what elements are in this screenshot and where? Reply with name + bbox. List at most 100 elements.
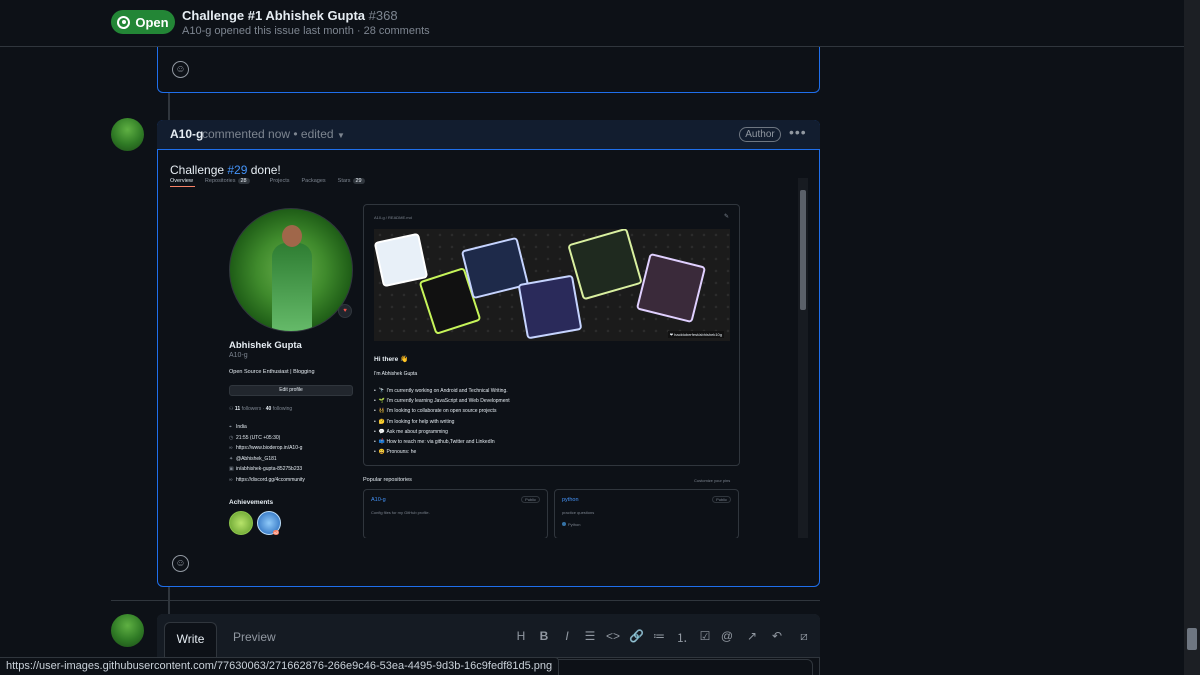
profile-tab-count: 28 — [237, 178, 250, 184]
code-icon[interactable]: <> — [606, 629, 620, 643]
cross-reference-icon[interactable]: ↗ — [745, 629, 759, 643]
repo-language-label: Python — [568, 522, 581, 527]
reply-icon[interactable]: ↶ — [770, 629, 784, 643]
issue-number: #368 — [368, 8, 398, 23]
sticky-issue-header — [0, 0, 1184, 47]
issue-title[interactable]: Challenge #1 Abhishek Gupta #368 — [182, 8, 398, 23]
avatar[interactable] — [111, 118, 144, 151]
bullet-text: I'm looking to collaborate on open sourc… — [386, 408, 497, 415]
ordered-list-icon[interactable]: ⒈ — [675, 629, 689, 646]
followers-label: followers — [241, 406, 262, 412]
chevron-down-icon[interactable]: ▼ — [337, 131, 345, 140]
profile-detail: ▣ in/abhishek-gupta-85275b233 — [229, 464, 305, 475]
tab-preview[interactable]: Preview — [233, 630, 276, 644]
readme-path: A10-g / README.md — [374, 215, 412, 220]
profile-tab-label: Stars — [337, 178, 351, 184]
linkedin-icon: ▣ — [229, 466, 234, 472]
bullet-emoji: 📫 — [378, 439, 385, 446]
readme-greeting: Hi there 👋 — [374, 356, 409, 363]
profile-detail-text: India — [236, 424, 247, 430]
profile-detail-text: https://discord.gg/4ccommunity — [236, 476, 305, 483]
issue-link[interactable]: #29 — [227, 163, 247, 177]
profile-detail-text: in/abhishek-gupta-85275b233 — [236, 466, 303, 472]
profile-username: A10-g — [229, 352, 248, 359]
heading-icon[interactable]: H — [514, 629, 528, 643]
status-heart-icon: ♥ — [338, 304, 352, 318]
repo-visibility: Public — [521, 496, 540, 503]
issue-open-icon — [117, 15, 131, 29]
repo-card: python Public practice questions Python — [554, 489, 739, 538]
achievement-multiplier: x2 — [273, 530, 280, 535]
repo-description: Config files for my GitHub profile. — [371, 510, 430, 515]
profile-detail: ✦ @Abhishek_G181 — [229, 454, 305, 465]
comment-body: Challenge #29 done! — [170, 163, 281, 177]
italic-icon[interactable]: I — [560, 629, 574, 643]
link-icon: ∞ — [229, 476, 233, 483]
readme-bullet: • 👯 I'm looking to collaborate on open so… — [374, 406, 510, 416]
slash-command-icon[interactable]: ⧄ — [797, 629, 811, 644]
readme-bullet: • 📫 How to reach me: via github,Twitter a… — [374, 437, 510, 447]
issue-title-text: Challenge #1 Abhishek Gupta — [182, 8, 366, 23]
profile-tab-label: Projects — [269, 178, 290, 184]
sticker-dino — [374, 232, 429, 288]
page-scrollbar[interactable] — [1184, 0, 1200, 675]
author-badge: Author — [739, 127, 781, 142]
kebab-menu-icon[interactable]: ••• — [789, 124, 807, 140]
bullet-text: Pronouns: he — [386, 449, 417, 456]
people-icon: ⚇ — [229, 406, 234, 412]
repo-language: Python — [562, 522, 580, 527]
bullet-text: I'm currently working on Android and Tec… — [386, 388, 508, 394]
comment-meta[interactable]: commented now • edited ▼ — [202, 127, 345, 141]
readme-card: A10-g / README.md ✎ ❤ hacktoberfest/abhi… — [363, 204, 740, 466]
comment-body-prefix: Challenge — [170, 163, 228, 177]
follow-counts: ⚇ 11 followers · 40 following — [229, 406, 293, 412]
profile-detail: ⌖ India — [229, 422, 305, 433]
embedded-scrollbar — [798, 178, 808, 538]
quote-icon[interactable]: ☰ — [583, 629, 597, 643]
achievement-badge-icon — [229, 511, 253, 535]
readme-bullets: • 🔭 I'm currently working on Android and … — [374, 386, 510, 457]
location-icon: ⌖ — [229, 424, 232, 430]
embedded-screenshot[interactable]: Overview Repositories 28 Projects Packages St… — [170, 178, 808, 538]
achievements-title: Achievements — [229, 499, 274, 506]
bullet-emoji: 😄 — [378, 449, 385, 456]
clock-icon: ◷ — [229, 434, 234, 441]
profile-tab-count: 29 — [352, 178, 365, 184]
readme-bullet: • 💬 Ask me about programming — [374, 427, 510, 437]
repo-card: A10-g Public Config files for my GitHub … — [363, 489, 548, 538]
readme-intro: I'm Abhishek Gupta — [374, 371, 418, 377]
profile-tab-label: Packages — [301, 178, 326, 184]
profile-detail-text: 21:55 (UTC +05:30) — [236, 434, 281, 441]
twitter-icon: ✦ — [229, 455, 234, 462]
mention-icon[interactable]: @ — [720, 629, 734, 643]
status-bar-url: https://user-images.githubusercontent.co… — [0, 657, 560, 675]
bullet-emoji: 🌱 — [378, 398, 385, 405]
readme-bullet: • 🌱 I'm currently learning JavaScript and… — [374, 396, 510, 406]
bullet-text: Ask me about programming — [386, 428, 448, 435]
bullet-emoji: 🤔 — [378, 418, 385, 425]
bullet-emoji: 💬 — [378, 428, 385, 435]
profile-name: Abhishek Gupta — [229, 340, 302, 351]
banner-credit: ❤ hacktoberfest/abhishek10g — [667, 331, 724, 338]
comment-author[interactable]: A10-g — [170, 127, 203, 141]
unordered-list-icon[interactable]: ≔ — [652, 629, 666, 643]
customize-pins-link: Customize your pins — [694, 478, 731, 483]
profile-detail: ∞ https://discord.gg/4ccommunity — [229, 475, 305, 486]
add-reaction-icon[interactable]: ☺ — [172, 555, 189, 572]
timeline-divider — [111, 600, 820, 601]
profile-tabs: Overview Repositories 28 Projects Packages St… — [170, 178, 385, 190]
following-label: following — [272, 406, 293, 412]
tab-write[interactable]: Write — [164, 622, 217, 659]
link-icon[interactable]: 🔗 — [629, 629, 644, 643]
profile-tab-label: Overview — [170, 178, 193, 184]
profile-detail: ◷ 21:55 (UTC +05:30) — [229, 433, 305, 444]
add-reaction-icon[interactable]: ☺ — [172, 61, 189, 78]
readme-bullet: • 🤔 I'm looking for help with writing — [374, 417, 510, 427]
profile-detail: ∞ https://www.bioderop.in/A10-g — [229, 443, 305, 454]
status-label: Open — [135, 14, 169, 30]
link-icon: ∞ — [229, 445, 233, 451]
profile-photo — [229, 208, 353, 332]
task-list-icon[interactable]: ☑ — [698, 629, 712, 643]
bold-icon[interactable]: B — [537, 629, 551, 643]
scrollbar-thumb[interactable] — [1187, 628, 1197, 650]
